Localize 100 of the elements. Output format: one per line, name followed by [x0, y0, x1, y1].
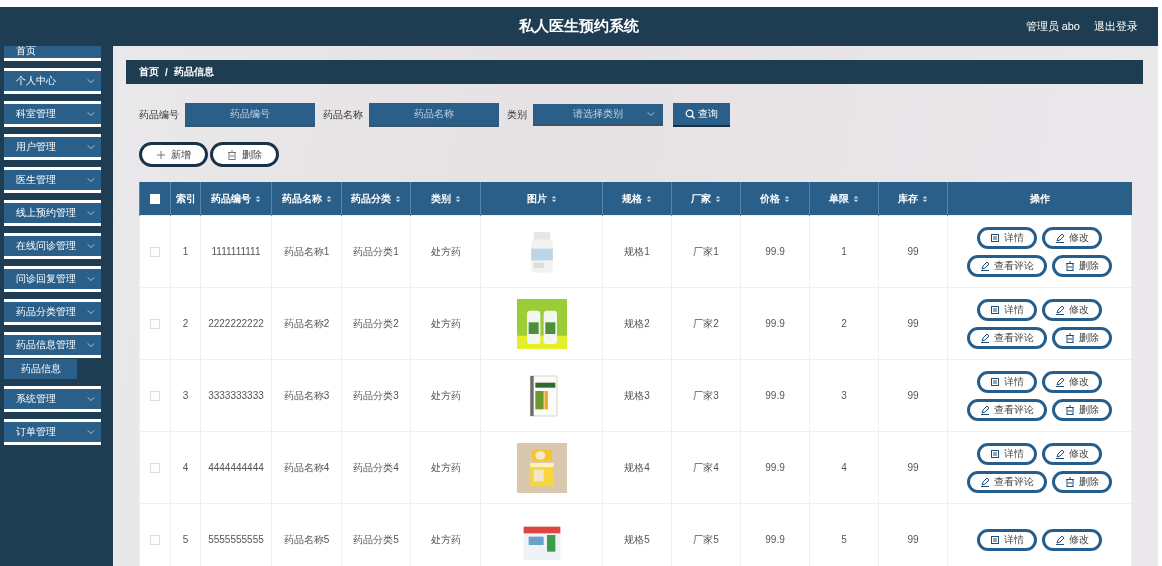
- sort-icon[interactable]: [395, 194, 401, 203]
- comments-button[interactable]: 查看评论: [967, 326, 1047, 349]
- sidebar-item[interactable]: 科室管理: [4, 101, 101, 127]
- pencil-icon: [1055, 304, 1065, 315]
- table-cell: 2: [841, 318, 847, 329]
- pencil-icon: [980, 404, 990, 415]
- edit-button[interactable]: 修改: [1042, 528, 1102, 551]
- table-cell: 5: [182, 534, 189, 545]
- table-cell: 规格2: [624, 317, 650, 329]
- table-cell: 99.9: [765, 390, 785, 401]
- table-cell: 规格5: [624, 533, 650, 545]
- sort-icon[interactable]: [454, 194, 461, 203]
- table-cell: 药品分类1: [353, 245, 399, 257]
- search-icon: [685, 109, 695, 119]
- table-cell: 药品名称4: [283, 461, 330, 473]
- sidebar-item[interactable]: 医生管理: [4, 167, 101, 193]
- delete-button[interactable]: 删除: [210, 142, 279, 167]
- sort-icon[interactable]: [646, 194, 652, 203]
- comments-button[interactable]: 查看评论: [967, 254, 1047, 277]
- breadcrumb-item[interactable]: 首页: [139, 65, 159, 79]
- column-header[interactable]: 单限: [829, 191, 859, 206]
- column-header[interactable]: 图片: [526, 191, 557, 206]
- sidebar-item[interactable]: 首页: [4, 46, 101, 61]
- row-checkbox[interactable]: [150, 319, 160, 330]
- table-cell: 药品名称5: [283, 533, 330, 545]
- pencil-icon: [1055, 376, 1065, 387]
- table-cell: 规格3: [624, 389, 650, 401]
- sidebar-subitem[interactable]: 药品信息: [4, 359, 77, 379]
- delete-button[interactable]: 删除: [1052, 398, 1112, 421]
- table-cell: 99.9: [765, 318, 785, 329]
- table-cell: 3333333333: [208, 390, 264, 401]
- detail-button[interactable]: 详情: [977, 442, 1037, 465]
- table-cell: 99.9: [765, 534, 785, 545]
- chevron-icon: [87, 428, 95, 436]
- sort-icon[interactable]: [255, 194, 261, 203]
- row-checkbox[interactable]: [150, 535, 160, 546]
- comments-button[interactable]: 查看评论: [967, 398, 1047, 421]
- delete-button[interactable]: 删除: [1052, 470, 1112, 493]
- input-field[interactable]: 药品名称: [369, 103, 499, 127]
- select-all-checkbox[interactable]: [150, 193, 160, 204]
- add-button[interactable]: 新增: [139, 142, 208, 167]
- trash-icon: [1065, 404, 1075, 415]
- field-label: 药品编号: [139, 108, 179, 122]
- column-header[interactable]: 价格: [760, 191, 790, 206]
- row-checkbox[interactable]: [150, 391, 160, 402]
- sort-icon[interactable]: [715, 194, 721, 203]
- table-cell: 4444444444: [208, 462, 264, 473]
- column-header[interactable]: 规格: [622, 191, 652, 206]
- input-field[interactable]: 药品编号: [185, 103, 315, 127]
- sidebar-item[interactable]: 在线问诊管理: [4, 233, 101, 259]
- sidebar-item[interactable]: 系统管理: [4, 386, 101, 412]
- logout-link[interactable]: 退出登录: [1094, 19, 1138, 34]
- breadcrumb-separator: /: [165, 66, 168, 78]
- trash-icon: [1065, 332, 1075, 343]
- trash-icon: [227, 149, 237, 160]
- select-field[interactable]: 请选择类别: [533, 104, 663, 126]
- column-header[interactable]: 库存: [898, 191, 928, 206]
- user-name: 管理员 abo: [1025, 19, 1080, 34]
- table-cell: 99.9: [765, 462, 785, 473]
- comments-button[interactable]: 查看评论: [967, 470, 1047, 493]
- chevron-icon: [647, 110, 655, 118]
- sort-icon[interactable]: [853, 194, 859, 203]
- sidebar-item[interactable]: 个人中心: [4, 68, 101, 94]
- breadcrumb-item: 药品信息: [173, 65, 214, 79]
- pencil-icon: [1055, 534, 1065, 545]
- edit-button[interactable]: 修改: [1042, 370, 1102, 393]
- detail-button[interactable]: 详情: [977, 298, 1037, 321]
- document-icon: [990, 376, 1000, 387]
- edit-button[interactable]: 修改: [1042, 442, 1102, 465]
- delete-button[interactable]: 删除: [1052, 326, 1112, 349]
- sidebar-item[interactable]: 药品分类管理: [4, 299, 101, 325]
- detail-button[interactable]: 详情: [977, 370, 1037, 393]
- chevron-icon: [87, 275, 95, 283]
- sort-icon[interactable]: [550, 194, 557, 203]
- edit-button[interactable]: 修改: [1042, 298, 1102, 321]
- table-cell: 处方药: [430, 245, 461, 257]
- sidebar-item[interactable]: 用户管理: [4, 134, 101, 160]
- sidebar-item[interactable]: 药品信息管理: [4, 332, 101, 358]
- table-cell: 5: [841, 534, 847, 545]
- sort-icon[interactable]: [784, 194, 790, 203]
- row-checkbox[interactable]: [150, 463, 160, 474]
- sidebar-item[interactable]: 线上预约管理: [4, 200, 101, 226]
- sidebar-item[interactable]: 问诊回复管理: [4, 266, 101, 292]
- sort-icon[interactable]: [325, 194, 332, 203]
- table-cell: 药品名称1: [283, 245, 330, 257]
- table-cell: 规格4: [624, 461, 650, 473]
- table-cell: 99: [907, 462, 919, 473]
- detail-button[interactable]: 详情: [977, 226, 1037, 249]
- edit-button[interactable]: 修改: [1042, 226, 1102, 249]
- row-checkbox[interactable]: [150, 247, 160, 258]
- chevron-icon: [87, 77, 95, 85]
- detail-button[interactable]: 详情: [977, 528, 1037, 551]
- sidebar-item[interactable]: 订单管理: [4, 419, 101, 445]
- table-cell: 药品分类3: [353, 389, 399, 401]
- search-button[interactable]: 查询: [673, 103, 730, 127]
- delete-button[interactable]: 删除: [1052, 254, 1112, 277]
- sort-icon[interactable]: [922, 194, 928, 203]
- column-header[interactable]: 厂家: [691, 191, 721, 206]
- column-header[interactable]: 类别: [430, 191, 461, 206]
- table-cell: 处方药: [430, 461, 461, 473]
